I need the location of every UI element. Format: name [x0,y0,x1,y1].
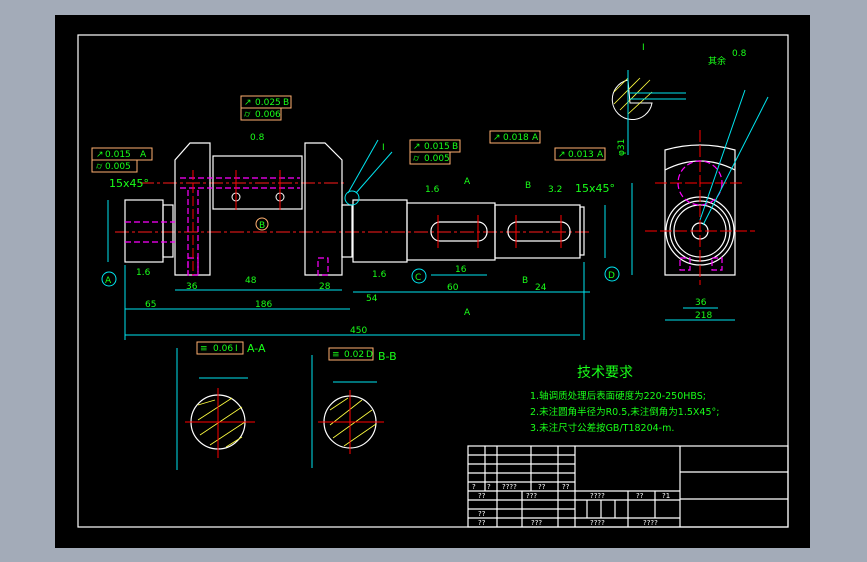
svg-text:0.013: 0.013 [568,150,594,160]
cad-drawing: 15x45° 15x45° A B C D A A B B I I ↗ 0.015… [55,15,810,548]
svg-text:B: B [259,221,265,231]
svg-text:C: C [415,273,421,283]
svg-text:⌭: ⌭ [244,110,251,120]
svg-text:A: A [464,308,471,318]
tech-req-3: 3.未注尺寸公差按GB/T18204-m. [530,422,674,434]
chamfer-left-label: 15x45° [109,177,149,190]
svg-text:A: A [597,150,604,160]
svg-text:B: B [283,98,289,108]
svg-text:54: 54 [366,294,378,304]
svg-text:28: 28 [319,282,331,292]
svg-text:φ31: φ31 [617,139,627,156]
svg-text:0.015: 0.015 [105,150,131,160]
svg-text:??: ?? [636,492,644,500]
svg-text:??: ?? [538,483,546,491]
svg-text:36: 36 [695,298,707,308]
svg-text:B: B [525,181,531,191]
drawing-canvas [55,15,810,548]
svg-text:186: 186 [255,300,272,310]
svg-text:0.018: 0.018 [503,133,529,143]
svg-text:I: I [235,344,238,354]
svg-text:0.8: 0.8 [250,133,265,143]
svg-text:?: ? [487,483,491,491]
svg-text:0.006: 0.006 [255,110,281,120]
svg-text:其余: 其余 [708,55,726,67]
svg-text:A: A [105,276,112,286]
svg-text:↗: ↗ [413,142,421,152]
svg-text:????: ???? [590,519,605,527]
svg-text:A: A [464,177,471,187]
svg-text:⌭: ⌭ [413,154,420,164]
svg-text:??: ?? [478,492,486,500]
svg-text:0.005: 0.005 [424,154,450,164]
svg-text:I: I [382,143,385,153]
svg-text:A: A [140,150,147,160]
svg-text:??: ?? [562,483,570,491]
svg-text:A: A [532,133,539,143]
svg-text:⌭: ⌭ [96,162,103,172]
svg-text:?: ? [472,483,476,491]
svg-text:1.6: 1.6 [425,185,440,195]
svg-text:1.6: 1.6 [372,270,387,280]
svg-text:B: B [522,276,528,286]
svg-text:0.005: 0.005 [105,162,131,172]
svg-text:D: D [366,350,373,360]
svg-text:≡: ≡ [332,350,340,360]
svg-text:0.8: 0.8 [732,49,747,59]
svg-text:????: ???? [502,483,517,491]
section-bb-label: B-B [378,350,397,363]
svg-text:450: 450 [350,326,367,336]
svg-text:???: ??? [531,519,542,527]
tech-req-title: 技术要求 [577,365,633,381]
svg-text:???: ??? [526,492,537,500]
svg-text:↗: ↗ [493,133,501,143]
svg-text:0.02: 0.02 [344,350,364,360]
svg-text:36: 36 [186,282,198,292]
tech-req-1: 1.轴调质处理后表面硬度为220-250HBS; [530,390,706,402]
svg-text:????: ???? [590,492,605,500]
svg-text:65: 65 [145,300,156,310]
svg-text:0.015: 0.015 [424,142,450,152]
tech-req-2: 2.未注圆角半径为R0.5,未注倒角为1.5X45°; [530,406,719,418]
svg-text:D: D [608,271,615,281]
svg-text:48: 48 [245,276,257,286]
svg-text:16: 16 [455,265,467,275]
svg-text:24: 24 [535,283,547,293]
svg-text:1.6: 1.6 [136,268,151,278]
svg-text:↗: ↗ [244,98,252,108]
svg-text:I: I [642,43,645,53]
svg-text:0.06: 0.06 [213,344,233,354]
svg-text:??: ?? [478,510,486,518]
svg-text:60: 60 [447,283,459,293]
svg-text:B: B [452,142,458,152]
svg-text:≡: ≡ [200,344,208,354]
svg-text:3.2: 3.2 [548,185,562,195]
svg-text:?1: ?1 [662,492,670,500]
svg-text:????: ???? [643,519,658,527]
svg-text:↗: ↗ [96,150,104,160]
svg-text:0.025: 0.025 [255,98,281,108]
section-aa-label: A-A [247,342,266,355]
chamfer-right-label: 15x45° [575,182,615,195]
svg-text:??: ?? [478,519,486,527]
svg-text:↗: ↗ [558,150,566,160]
